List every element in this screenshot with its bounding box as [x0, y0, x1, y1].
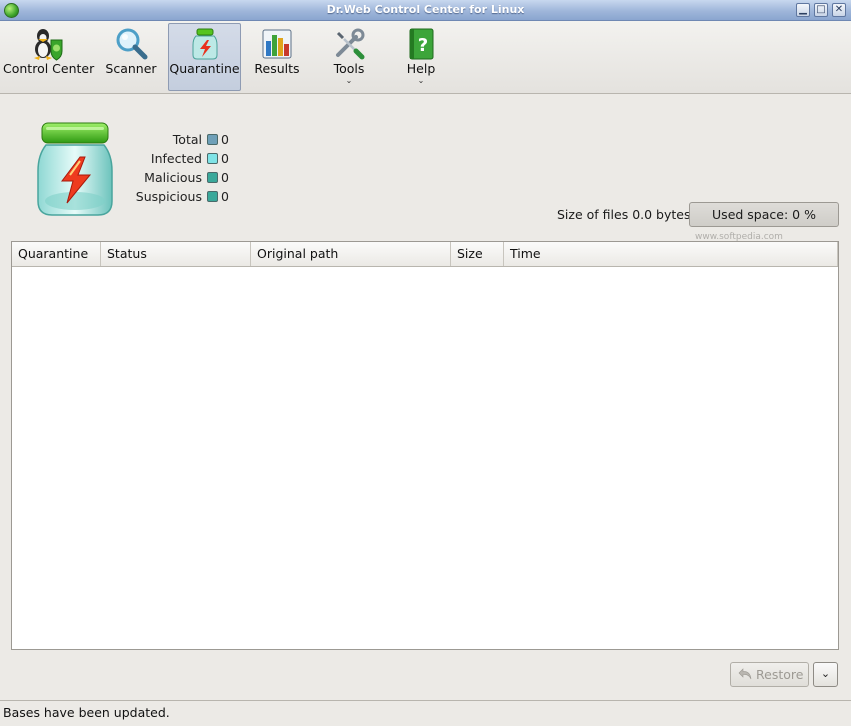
bar-chart-icon	[262, 29, 292, 59]
undo-arrow-icon	[738, 668, 752, 680]
stat-value: 0	[221, 151, 229, 166]
size-of-files-value: 0.0 bytes	[632, 207, 691, 222]
quarantine-table[interactable]: Quarantine Status Original path Size Tim…	[11, 241, 839, 650]
stat-value: 0	[221, 170, 229, 185]
toolbar-label: Tools	[333, 61, 365, 76]
stat-malicious: Malicious 0	[120, 169, 240, 188]
maximize-button[interactable]: □	[814, 3, 828, 17]
chevron-down-icon: ⌄	[820, 667, 831, 680]
column-header-time[interactable]: Time	[504, 242, 838, 266]
size-of-files-label: Size of files	[557, 207, 629, 222]
control-center-icon	[34, 29, 63, 61]
restore-button[interactable]: Restore	[730, 662, 809, 687]
total-legend-swatch	[207, 134, 218, 145]
stat-label: Malicious	[144, 170, 202, 185]
suspicious-legend-swatch	[207, 191, 218, 202]
toolbar-label: Help	[406, 61, 436, 76]
quarantine-stats: Total 0 Infected 0 Malicious 0 Suspiciou…	[120, 131, 240, 207]
toolbar-control-center-button[interactable]: Control Center	[2, 23, 94, 91]
quarantine-jar-icon	[37, 122, 113, 216]
stat-value: 0	[221, 132, 229, 147]
table-header: Quarantine Status Original path Size Tim…	[12, 242, 838, 267]
status-message: Bases have been updated.	[3, 705, 170, 720]
malicious-legend-swatch	[207, 172, 218, 183]
quarantine-panel: Total 0 Infected 0 Malicious 0 Suspiciou…	[0, 95, 851, 699]
stat-total: Total 0	[120, 131, 240, 150]
title-bar: Dr.Web Control Center for Linux ▁ □ ✕	[0, 0, 851, 21]
toolbar-tools-button[interactable]: Tools ⌄	[313, 23, 385, 91]
minimize-button[interactable]: ▁	[796, 3, 810, 17]
magnifier-icon	[116, 28, 148, 60]
status-bar: Bases have been updated.	[0, 700, 851, 726]
toolbar-label: Results	[254, 61, 300, 76]
toolbar-label: Quarantine	[169, 61, 240, 76]
restore-label: Restore	[756, 667, 804, 682]
infected-legend-swatch	[207, 153, 218, 164]
window-title: Dr.Web Control Center for Linux	[326, 3, 525, 16]
used-space-bar: Used space: 0 %	[689, 202, 839, 227]
svg-text:?: ?	[418, 35, 428, 56]
stat-infected: Infected 0	[120, 150, 240, 169]
toolbar-label: Scanner	[105, 61, 157, 76]
close-button[interactable]: ✕	[832, 3, 846, 17]
chevron-down-icon: ⌄	[345, 76, 353, 85]
column-header-size[interactable]: Size	[451, 242, 504, 266]
restore-options-dropdown[interactable]: ⌄	[813, 662, 838, 687]
chevron-down-icon: ⌄	[417, 76, 425, 85]
stat-suspicious: Suspicious 0	[120, 188, 240, 207]
toolbar-results-button[interactable]: Results	[243, 23, 311, 91]
main-toolbar: Control Center Scanner Quarantine Result…	[0, 21, 851, 94]
column-header-quarantine[interactable]: Quarantine	[12, 242, 101, 266]
stat-value: 0	[221, 189, 229, 204]
toolbar-help-button[interactable]: ? Help ⌄	[387, 23, 455, 91]
toolbar-label: Control Center	[3, 61, 95, 76]
help-book-icon: ?	[409, 28, 434, 60]
toolbar-scanner-button[interactable]: Scanner	[96, 23, 166, 91]
size-of-files: Size of files 0.0 bytes	[557, 207, 691, 222]
column-header-original-path[interactable]: Original path	[251, 242, 451, 266]
stat-label: Suspicious	[135, 189, 202, 204]
column-header-status[interactable]: Status	[101, 242, 251, 266]
quarantine-jar-icon	[192, 28, 217, 60]
stat-label: Infected	[150, 151, 202, 166]
wrench-screwdriver-icon	[336, 28, 365, 60]
stat-label: Total	[172, 132, 202, 147]
toolbar-quarantine-button[interactable]: Quarantine	[168, 23, 241, 91]
